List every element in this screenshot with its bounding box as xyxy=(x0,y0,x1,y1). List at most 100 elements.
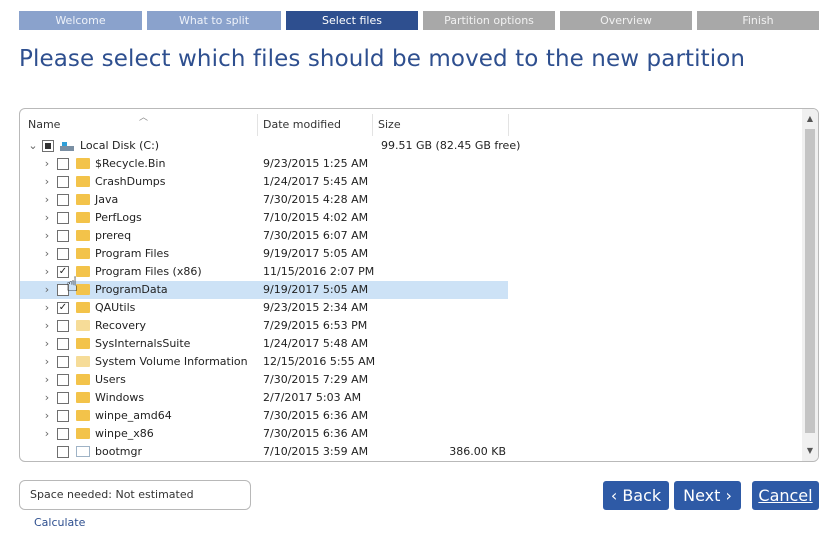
expand-chevron-icon[interactable]: › xyxy=(42,263,52,281)
expand-chevron-icon[interactable]: › xyxy=(42,371,52,389)
item-date: 7/10/2015 4:02 AM xyxy=(263,211,369,224)
item-date: 1/24/2017 5:48 AM xyxy=(263,337,369,350)
item-date: 12/15/2016 5:55 AM xyxy=(263,355,376,368)
next-button[interactable]: Next › xyxy=(674,481,741,510)
item-date: 11/15/2016 2:07 PM xyxy=(263,265,375,278)
column-name[interactable]: Name xyxy=(28,118,60,138)
folder-icon xyxy=(76,392,90,403)
back-button[interactable]: ‹ Back xyxy=(603,481,669,510)
expand-chevron-icon[interactable]: › xyxy=(42,299,52,317)
step-what-to-split: What to split xyxy=(147,11,281,30)
item-checkbox[interactable] xyxy=(57,392,69,404)
item-checkbox[interactable] xyxy=(57,212,69,224)
item-date: 9/23/2015 2:34 AM xyxy=(263,301,369,314)
scroll-thumb[interactable] xyxy=(805,129,815,433)
expand-chevron-icon[interactable]: › xyxy=(42,209,52,227)
item-name: SysInternalsSuite xyxy=(95,337,191,350)
expand-chevron-icon[interactable]: › xyxy=(42,245,52,263)
tree-row[interactable]: › Users 7/30/2015 7:29 AM xyxy=(20,371,800,389)
folder-icon xyxy=(76,212,90,223)
folder-icon xyxy=(76,302,90,313)
file-tree-panel[interactable]: ︿ Name Date modified Size ⌄ Local Disk (… xyxy=(19,108,819,462)
tree-root-row[interactable]: ⌄ Local Disk (C:) 99.51 GB (82.45 GB fre… xyxy=(20,137,800,155)
space-needed-box: Space needed: Not estimated Calculate xyxy=(19,480,251,529)
item-size: 386.00 KB xyxy=(449,445,506,458)
expand-chevron-icon[interactable]: › xyxy=(42,191,52,209)
column-date-modified[interactable]: Date modified xyxy=(263,118,341,138)
tree-row[interactable]: › Recovery 7/29/2015 6:53 PM xyxy=(20,317,800,335)
tree-row[interactable]: › System Volume Information 12/15/2016 5:5… xyxy=(20,353,800,371)
expand-chevron-icon[interactable]: › xyxy=(42,407,52,425)
item-checkbox[interactable] xyxy=(57,338,69,350)
step-partition-options: Partition options xyxy=(423,11,555,30)
item-checkbox[interactable] xyxy=(57,158,69,170)
item-name: Program Files (x86) xyxy=(95,265,202,278)
tree-row[interactable]: bootmgr 7/10/2015 3:59 AM 386.00 KB xyxy=(20,443,800,461)
folder-icon xyxy=(76,194,90,205)
item-name: Program Files xyxy=(95,247,170,260)
tree-row[interactable]: › CrashDumps 1/24/2017 5:45 AM xyxy=(20,173,800,191)
expand-chevron-icon[interactable]: › xyxy=(42,425,52,443)
collapse-chevron-icon[interactable]: ⌄ xyxy=(28,137,38,155)
vertical-scrollbar[interactable]: ▲ ▼ xyxy=(802,109,818,461)
item-name: bootmgr xyxy=(95,445,142,458)
column-divider[interactable] xyxy=(372,114,373,136)
item-checkbox[interactable] xyxy=(57,410,69,422)
page-title: Please select which files should be move… xyxy=(19,46,746,72)
item-name: Java xyxy=(95,193,119,206)
folder-icon xyxy=(76,158,90,169)
tree-row[interactable]: › winpe_amd64 7/30/2015 6:36 AM xyxy=(20,407,800,425)
folder-icon xyxy=(76,428,90,439)
expand-chevron-icon[interactable]: › xyxy=(42,353,52,371)
expand-chevron-icon[interactable]: › xyxy=(42,317,52,335)
item-checkbox[interactable] xyxy=(57,446,69,458)
tree-row[interactable]: › Windows 2/7/2017 5:03 AM xyxy=(20,389,800,407)
item-checkbox[interactable] xyxy=(57,194,69,206)
tree-row[interactable]: › PerfLogs 7/10/2015 4:02 AM xyxy=(20,209,800,227)
item-checkbox[interactable]: ✓ xyxy=(57,302,69,314)
folder-icon xyxy=(76,374,90,385)
item-checkbox[interactable] xyxy=(57,230,69,242)
expand-chevron-icon[interactable]: › xyxy=(42,389,52,407)
column-size[interactable]: Size xyxy=(378,118,401,138)
expand-chevron-icon[interactable]: › xyxy=(42,281,52,299)
scroll-down-icon[interactable]: ▼ xyxy=(802,443,818,459)
expand-chevron-icon[interactable]: › xyxy=(42,173,52,191)
item-checkbox[interactable] xyxy=(57,356,69,368)
item-checkbox[interactable] xyxy=(57,176,69,188)
item-date: 7/30/2015 6:07 AM xyxy=(263,229,369,242)
tree-row[interactable]: › ✓ Program Files (x86) 11/15/2016 2:07 PM xyxy=(20,263,800,281)
tree-row[interactable]: › $Recycle.Bin 9/23/2015 1:25 AM xyxy=(20,155,800,173)
tree-row[interactable]: › ✓ QAUtils 9/23/2015 2:34 AM xyxy=(20,299,800,317)
tree-row[interactable]: › ProgramData 9/19/2017 5:05 AM xyxy=(20,281,508,299)
item-checkbox[interactable] xyxy=(57,428,69,440)
tree-row[interactable]: › Java 7/30/2015 4:28 AM xyxy=(20,191,800,209)
step-welcome: Welcome xyxy=(19,11,142,30)
calculate-link[interactable]: Calculate xyxy=(34,516,85,529)
root-name: Local Disk (C:) xyxy=(80,139,160,152)
item-name: $Recycle.Bin xyxy=(95,157,166,170)
expand-chevron-icon[interactable]: › xyxy=(42,155,52,173)
tree-row[interactable]: › prereq 7/30/2015 6:07 AM xyxy=(20,227,800,245)
expand-chevron-icon[interactable]: › xyxy=(42,227,52,245)
item-checkbox[interactable] xyxy=(57,320,69,332)
cancel-button[interactable]: Cancel xyxy=(752,481,819,510)
item-checkbox[interactable] xyxy=(57,374,69,386)
tree-row[interactable]: › winpe_x86 7/30/2015 6:36 AM xyxy=(20,425,800,443)
tree-row[interactable]: › SysInternalsSuite 1/24/2017 5:48 AM xyxy=(20,335,800,353)
file-tree[interactable]: ⌄ Local Disk (C:) 99.51 GB (82.45 GB fre… xyxy=(20,137,800,461)
folder-icon xyxy=(76,248,90,259)
expand-chevron-icon[interactable]: › xyxy=(42,335,52,353)
root-checkbox[interactable] xyxy=(42,140,54,152)
column-divider[interactable] xyxy=(257,114,258,136)
folder-icon xyxy=(76,176,90,187)
tree-row[interactable]: › Program Files 9/19/2017 5:05 AM xyxy=(20,245,800,263)
item-checkbox[interactable] xyxy=(57,248,69,260)
column-divider[interactable] xyxy=(508,114,509,136)
scroll-up-icon[interactable]: ▲ xyxy=(802,111,818,127)
item-name: winpe_x86 xyxy=(95,427,154,440)
folder-icon xyxy=(76,356,90,367)
item-date: 7/30/2015 4:28 AM xyxy=(263,193,369,206)
sort-arrow-icon: ︿ xyxy=(139,113,149,123)
item-date: 2/7/2017 5:03 AM xyxy=(263,391,362,404)
